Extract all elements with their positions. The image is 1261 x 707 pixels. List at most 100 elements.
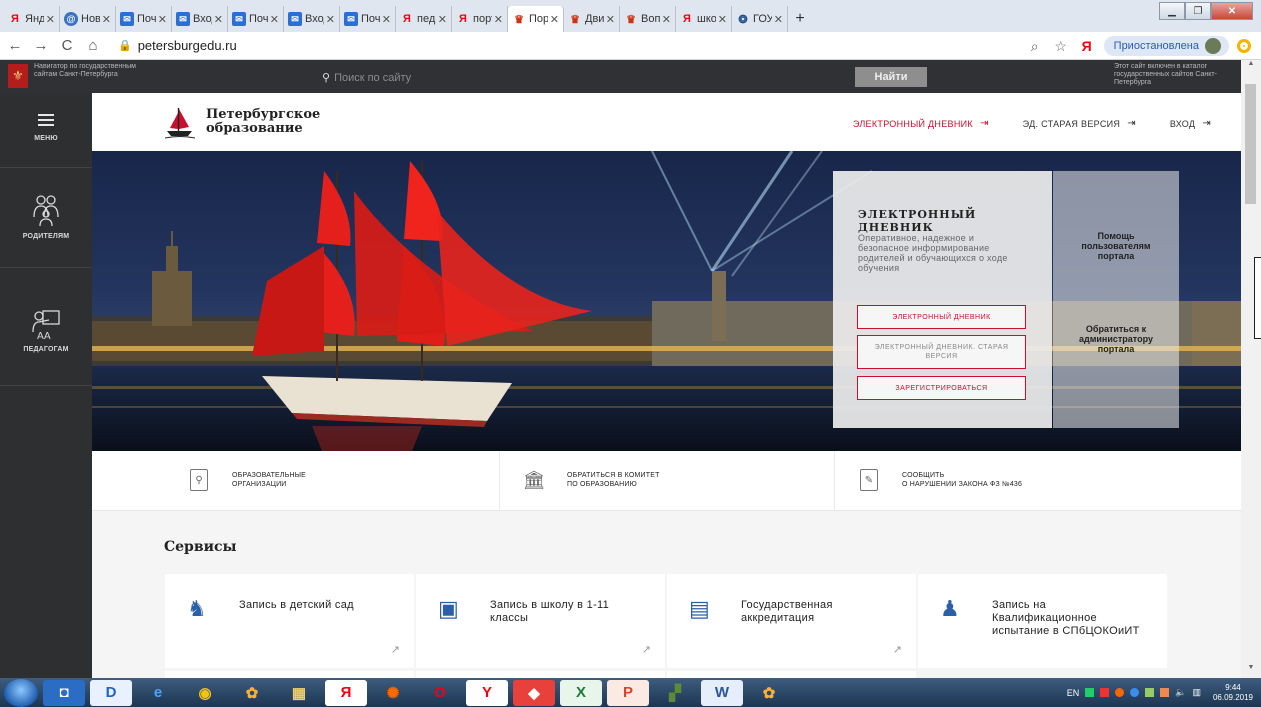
close-icon[interactable]: ✕ [662,13,671,26]
reload-icon[interactable]: C [56,37,78,54]
quick-link-committee[interactable]: 🏛 ОБРАТИТЬСЯ В КОМИТЕТ ПО ОБРАЗОВАНИЮ [523,469,660,491]
taskbar-app-icon[interactable]: D [90,679,132,706]
taskbar-app-icon[interactable]: ▞ [654,680,696,706]
close-icon[interactable]: ✕ [214,13,223,26]
search-input[interactable]: Поиск по сайту [334,72,411,84]
tab-movement[interactable]: ♛Движе✕ [564,6,620,32]
folder-icon[interactable]: ▦ [278,680,320,706]
quick-link-report-violation[interactable]: ✎ СООБЩИТЬ О НАРУШЕНИИ ЗАКОНА ФЗ №436 [860,469,1022,491]
taskbar-app-icon[interactable]: ◘ [43,679,85,706]
tab-news[interactable]: @Новос✕ [60,6,116,32]
internet-explorer-icon[interactable]: e [137,680,179,706]
clock[interactable]: 9:44 06.09.2019 [1213,683,1253,703]
close-icon[interactable]: ✕ [102,13,111,26]
quick-link-organizations[interactable]: ⚲ ОБРАЗОВАТЕЛЬНЫЕ ОРГАНИЗАЦИИ [190,469,306,491]
paint-icon[interactable]: ✿ [748,680,790,706]
close-icon[interactable]: ✕ [382,13,391,26]
url-field[interactable]: petersburgedu.ru [138,38,237,53]
paint-icon[interactable]: ✿ [231,680,273,706]
close-icon[interactable]: ✕ [718,13,727,26]
tray-icon[interactable] [1160,688,1170,697]
opera-icon[interactable]: O [419,680,461,706]
scroll-up-icon[interactable]: ▲ [1241,60,1261,72]
tray-icon[interactable] [1130,688,1140,697]
tray-icon[interactable] [1115,688,1125,697]
taskbar-app-icon[interactable]: ✺ [372,680,414,706]
anydesk-icon[interactable]: ◆ [513,679,555,706]
header-link-login[interactable]: ВХОД ⇥ [1170,118,1211,129]
new-tab-button[interactable]: + [788,6,812,32]
tab-mail-3[interactable]: ✉Почта✕ [340,6,396,32]
close-icon[interactable]: ✕ [550,13,559,26]
tab-yandex[interactable]: ЯЯндекс✕ [4,6,60,32]
tab-inbox-1[interactable]: ✉Входя✕ [172,6,228,32]
diary-button[interactable]: ЭЛЕКТРОННЫЙ ДНЕВНИК [857,305,1026,329]
sidebar-item-teachers[interactable]: АА ПЕДАГОГАМ [0,308,92,353]
tab-ped[interactable]: Япед ин✕ [396,6,452,32]
close-icon[interactable]: ✕ [494,13,503,26]
search-button[interactable]: Найти [855,67,927,87]
tab-gou[interactable]: ❂ГОУ С✕ [732,6,788,32]
gov-navigator-link[interactable]: Навигатор по государственным сайтам Санк… [34,63,144,79]
help-users-link[interactable]: Помощь пользователям портала [1053,231,1179,261]
service-card-accreditation[interactable]: ▤ Государственная аккредитация ↗ [667,574,916,668]
close-icon[interactable]: ✕ [326,13,335,26]
excel-icon[interactable]: X [560,679,602,706]
forward-icon[interactable]: → [30,37,52,54]
close-icon[interactable]: ✕ [46,13,55,26]
yandex-browser-icon[interactable]: Y [466,679,508,706]
sync-status-button[interactable]: Приостановлена [1103,36,1229,56]
back-icon[interactable]: ← [4,37,26,54]
page-scrollbar[interactable]: ▲ ▼ [1241,60,1261,678]
scroll-down-icon[interactable]: ▼ [1241,664,1261,676]
menu-button[interactable]: МЕНЮ [0,111,92,142]
diary-old-version-button[interactable]: ЭЛЕКТРОННЫЙ ДНЕВНИК. СТАРАЯ ВЕРСИЯ [857,335,1026,369]
close-icon[interactable]: ✕ [158,13,167,26]
tab-mail-1[interactable]: ✉Почта✕ [116,6,172,32]
zoom-icon[interactable]: ⌕ [1026,38,1044,55]
start-button[interactable] [4,678,38,707]
tray-icon[interactable] [1100,688,1110,697]
word-icon[interactable]: W [701,679,743,706]
service-card-qualification[interactable]: ♟ Запись на Квалификационное испытание в… [918,574,1167,668]
volume-icon[interactable]: 🔈 [1175,687,1186,698]
tray-icon[interactable] [1145,688,1155,697]
scroll-thumb[interactable] [1245,84,1256,204]
header-link-diary[interactable]: ЭЛЕКТРОННЫЙ ДНЕВНИК ⇥ [853,118,989,129]
tab-inbox-2[interactable]: ✉Входя✕ [284,6,340,32]
yandex-icon[interactable]: Я [325,679,367,706]
tab-questions[interactable]: ♛Вопро✕ [620,6,676,32]
home-icon[interactable]: ⌂ [82,37,104,54]
tab-portal-active[interactable]: ♛Порта✕ [508,6,564,32]
spb-crest-icon[interactable]: ⚜ [8,64,28,88]
tab-portal-search[interactable]: Япортал✕ [452,6,508,32]
minimize-button[interactable]: ▁ [1159,2,1185,20]
chrome-icon[interactable]: ◉ [184,680,226,706]
tray-icon[interactable] [1085,688,1095,697]
ship-logo-icon[interactable] [165,107,195,139]
yandex-icon[interactable]: Я [1078,38,1096,54]
close-icon[interactable]: ✕ [270,13,279,26]
brand-name[interactable]: Петербургское образование [206,108,320,136]
service-card-school[interactable]: ▣ Запись в школу в 1-11 классы ↗ [416,574,665,668]
language-indicator[interactable]: EN [1067,688,1080,698]
network-icon[interactable]: ▥ [1192,687,1201,698]
site-search[interactable]: ⚲ Поиск по сайту [322,71,411,84]
tab-mail-2[interactable]: ✉Почта✕ [228,6,284,32]
close-icon[interactable]: ✕ [606,13,615,26]
close-icon[interactable]: ✕ [438,13,447,26]
header-link-diary-old[interactable]: ЭД. СТАРАЯ ВЕРСИЯ ⇥ [1023,118,1136,129]
contact-admin-link[interactable]: Обратиться к администратору портала [1053,324,1179,354]
bookmark-star-icon[interactable]: ☆ [1052,38,1070,55]
service-card-kindergarten[interactable]: ♞ Запись в детский сад ↗ [165,574,414,668]
close-icon[interactable]: ✕ [774,13,783,26]
register-button[interactable]: ЗАРЕГИСТРИРОВАТЬСЯ [857,376,1026,400]
feedback-tab[interactable] [1254,257,1261,339]
maximize-button[interactable]: ❐ [1185,2,1211,20]
tab-school[interactable]: Яшкола✕ [676,6,732,32]
extension-icon[interactable] [1237,39,1251,53]
svg-text:АА: АА [37,331,51,340]
powerpoint-icon[interactable]: P [607,679,649,706]
window-close-button[interactable]: ✕ [1211,2,1253,20]
sidebar-item-parents[interactable]: РОДИТЕЛЯМ [0,193,92,240]
